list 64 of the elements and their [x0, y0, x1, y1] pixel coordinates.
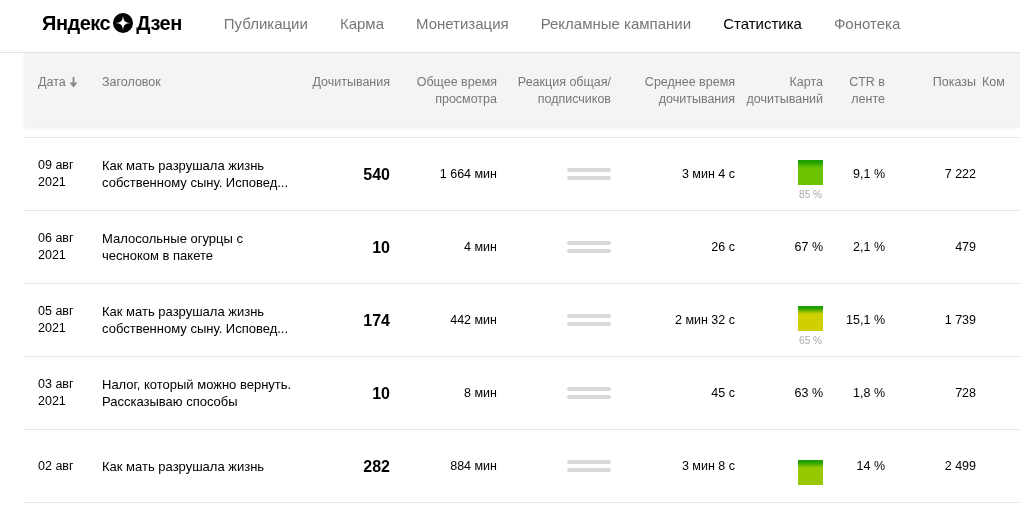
placeholder-lines-icon — [567, 313, 611, 327]
table-cell: 1 739 — [944, 311, 976, 329]
table-cell: 67 % — [794, 238, 823, 256]
column-header: Реакция общая/ подписчиков — [516, 74, 611, 108]
table-cell: 10 — [372, 384, 390, 402]
table-cell: 8 мин — [464, 384, 497, 402]
table-cell: 7 222 — [944, 165, 976, 183]
table-cell: 3 мин 4 с — [681, 165, 735, 183]
table-cell: 26 с — [711, 238, 735, 256]
date-cell-text: 06 авг 2021 — [38, 230, 75, 264]
logo-icon — [113, 13, 134, 33]
table-cell: 479 — [955, 238, 976, 256]
table-cell: 9,1 % — [853, 165, 885, 183]
table-cell: 1 664 мин — [439, 165, 497, 183]
article-title-link[interactable]: Как мать разрушала жизнь собственному сыну. Исповед... — [102, 157, 292, 191]
table-cell: 15,1 % — [846, 311, 885, 329]
nav-tab[interactable]: Рекламные кампании — [540, 14, 692, 32]
column-header: CTR в ленте — [848, 74, 885, 108]
table-cell: 282 — [363, 457, 390, 475]
percent-label: 85 % — [799, 188, 822, 201]
table-cell: 63 % — [794, 384, 823, 402]
nav-tab[interactable]: Монетизация — [415, 14, 509, 32]
table-cell: 2 мин 32 с — [675, 311, 735, 329]
date-cell-text: 05 авг 2021 — [38, 303, 75, 337]
table-cell: 2 499 — [944, 457, 976, 475]
column-header: Ком — [982, 74, 1005, 91]
placeholder-lines-icon — [567, 386, 611, 400]
date-cell-text: 09 авг 2021 — [38, 157, 75, 191]
table-cell: 884 мин — [450, 457, 497, 475]
table-cell: 10 — [372, 238, 390, 256]
date-cell-text: 02 авг — [38, 457, 75, 475]
logo-text: Яндекс — [42, 11, 111, 35]
placeholder-lines-icon — [567, 240, 611, 254]
article-title-link[interactable]: Как мать разрушала жизнь собственному сыну. Исповед... — [102, 303, 292, 337]
table-cell: 1,8 % — [853, 384, 885, 402]
column-header: Дочитывания — [312, 74, 390, 91]
sort-column-header[interactable]: Дата — [38, 74, 66, 91]
table-cell: 728 — [955, 384, 976, 402]
article-title-link[interactable]: Как мать разрушала жизнь — [102, 457, 265, 475]
table-cell: 540 — [363, 165, 390, 183]
table-cell: 45 с — [711, 384, 735, 402]
article-title-link[interactable]: Малосольные огурцы с чесноком в пакете — [102, 230, 292, 264]
article-title-link[interactable]: Налог, который можно вернуть. Рассказываю способы — [102, 376, 292, 410]
table-cell: 2,1 % — [853, 238, 885, 256]
table-cell: 14 % — [856, 457, 885, 475]
placeholder-lines-icon — [567, 167, 611, 181]
table-cell: 3 мин 8 с — [681, 457, 735, 475]
column-header: Заголовок — [102, 74, 161, 91]
percent-label: 65 % — [799, 334, 822, 347]
nav-tab[interactable]: Карма — [339, 14, 384, 32]
table-cell: 442 мин — [450, 311, 497, 329]
column-header: Карта дочитываний — [745, 74, 823, 108]
date-cell-text: 03 авг 2021 — [38, 376, 75, 410]
logo-text: Дзен — [136, 11, 182, 35]
sort-down-icon — [68, 77, 78, 88]
column-header: Общее время просмотра — [415, 74, 497, 108]
table-cell: 174 — [363, 311, 390, 329]
nav-tab[interactable]: Публикации — [223, 14, 308, 32]
column-header: Среднее время дочитывания — [643, 74, 735, 108]
placeholder-lines-icon — [567, 459, 611, 473]
column-header: Показы — [932, 74, 976, 91]
nav-tab[interactable]: Статистика — [723, 14, 802, 32]
nav-tab[interactable]: Фонотека — [833, 14, 901, 32]
table-cell: 4 мин — [464, 238, 497, 256]
